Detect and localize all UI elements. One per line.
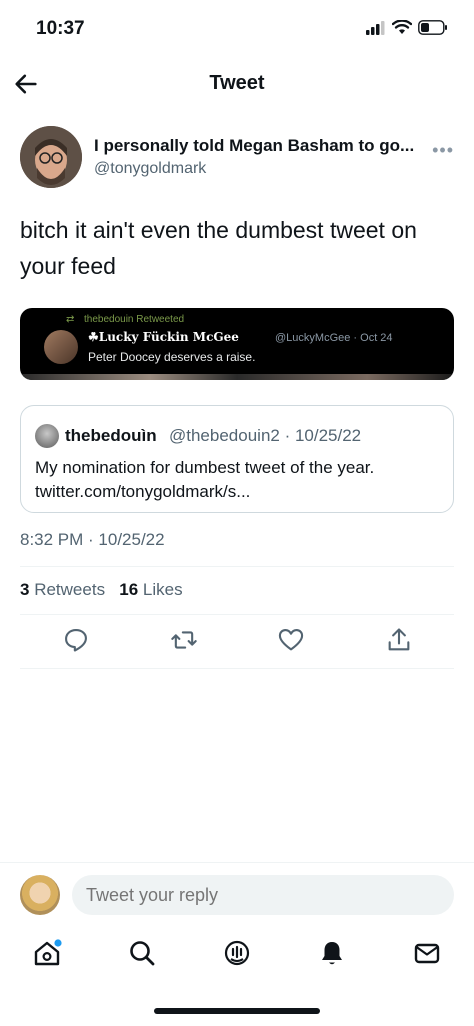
search-icon <box>130 941 155 966</box>
status-icons <box>366 20 448 35</box>
battery-icon <box>418 20 447 35</box>
tab-home[interactable] <box>32 938 62 968</box>
media-text: Peter Doocey deserves a raise. <box>88 350 256 364</box>
home-indicator[interactable] <box>154 1008 320 1014</box>
tweet-timestamp: 8:32 PM · 10/25/22 <box>20 530 165 549</box>
tweet-author: I personally told Megan Basham to go... … <box>20 122 454 194</box>
divider <box>20 566 454 567</box>
reply-icon[interactable] <box>62 626 90 654</box>
signal-icon <box>366 20 385 35</box>
author-handle[interactable]: @tonygoldmark <box>94 160 206 178</box>
author-avatar[interactable] <box>20 126 82 188</box>
bell-icon <box>322 942 342 965</box>
quote-text: My nomination for dumbest tweet of the y… <box>35 458 375 501</box>
author-avatar-image <box>20 126 82 188</box>
media-retweet-line: thebedouin Retweeted <box>84 314 185 325</box>
media-meta: @LuckyMcGee · Oct 24 <box>275 332 393 344</box>
tweet-stats: 3 Retweets 16 Likes <box>20 580 183 600</box>
tweet-text: bitch it ain't even the dumbest tweet on… <box>20 217 417 279</box>
retweets-stat[interactable]: 3 Retweets <box>20 580 105 599</box>
like-icon[interactable] <box>277 626 305 654</box>
quote-meta: @thebedouin2 · 10/25/22 <box>169 426 362 445</box>
tweet-actions <box>20 626 454 658</box>
wifi-icon <box>392 20 412 34</box>
divider <box>20 614 454 615</box>
likes-count: 16 <box>119 580 139 599</box>
media-name: ☘Lucky Fückin McGee <box>88 330 239 344</box>
tab-search[interactable] <box>127 938 157 968</box>
reply-bar <box>0 862 474 927</box>
media-image-strip <box>20 374 454 380</box>
tab-notifications[interactable] <box>317 938 347 968</box>
quoted-tweet[interactable]: thebedouìn @thebedouin2 · 10/25/22 My no… <box>20 405 454 513</box>
media-avatar <box>44 330 78 364</box>
tab-messages[interactable] <box>412 938 442 968</box>
tab-spaces[interactable] <box>222 938 252 968</box>
likes-stat[interactable]: 16 Likes <box>119 580 182 599</box>
retweet-icon[interactable] <box>170 626 198 654</box>
more-options-icon[interactable]: ••• <box>432 140 454 161</box>
current-user-avatar[interactable] <box>20 875 60 915</box>
status-bar: 10:37 <box>0 0 474 56</box>
divider <box>20 668 454 669</box>
top-header: Tweet <box>0 56 474 112</box>
tweet-media-image[interactable]: ⇄ thebedouin Retweeted ☘Lucky Fückin McG… <box>20 308 454 380</box>
retweets-count: 3 <box>20 580 30 599</box>
status-time: 10:37 <box>36 18 85 39</box>
author-name[interactable]: I personally told Megan Basham to go... <box>94 136 434 156</box>
bottom-tab-bar <box>0 930 474 986</box>
reply-input[interactable] <box>72 875 454 915</box>
home-icon <box>34 939 62 966</box>
share-icon[interactable] <box>385 626 413 654</box>
media-retweet-icon: ⇄ <box>66 314 75 325</box>
quote-avatar <box>35 424 59 448</box>
mail-icon <box>414 943 440 964</box>
page-title: Tweet <box>209 72 265 94</box>
spaces-icon <box>224 940 250 966</box>
retweets-label: Retweets <box>34 580 106 599</box>
likes-label: Likes <box>142 580 183 599</box>
quote-author-name: thebedouìn <box>65 426 157 445</box>
